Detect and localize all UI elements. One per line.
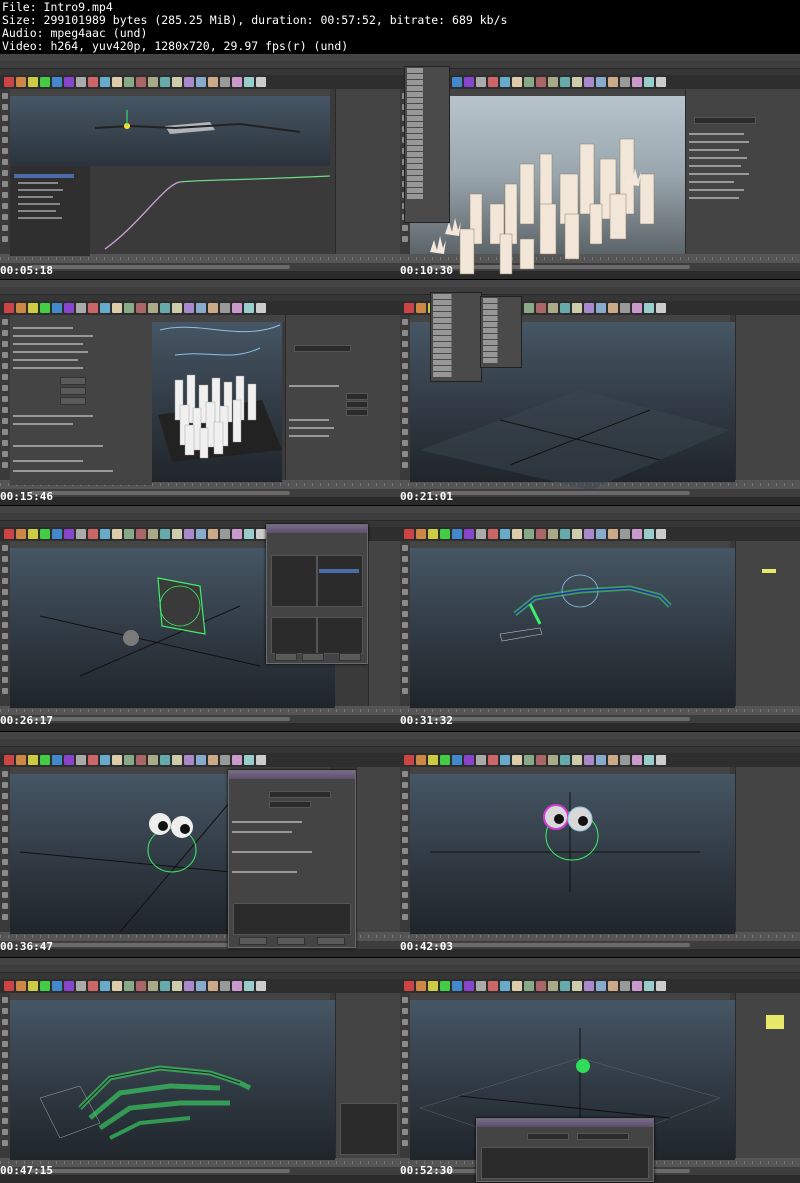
timestamp-10: 00:52:30 — [400, 1164, 453, 1177]
channel-box[interactable] — [368, 541, 400, 706]
timestamp-8: 00:42:03 — [400, 940, 453, 953]
channel-box[interactable] — [735, 541, 800, 706]
channel-box[interactable] — [735, 993, 800, 1158]
thumbnail-10[interactable] — [400, 958, 800, 1183]
connection-editor-dialog[interactable] — [266, 524, 368, 664]
thumbnail-5[interactable] — [0, 506, 400, 731]
channel-box[interactable] — [356, 767, 400, 932]
timestamp-7: 00:36:47 — [0, 940, 53, 953]
thumbnail-7[interactable] — [0, 732, 400, 957]
thumbnail-3[interactable] — [0, 280, 400, 505]
timestamp-6: 00:31:32 — [400, 714, 453, 727]
timestamp-3: 00:15:46 — [0, 490, 53, 503]
attribute-editor[interactable] — [285, 315, 400, 480]
sphere-options-dialog[interactable] — [228, 770, 356, 948]
video-info: Video: h264, yuv420p, 1280x720, 29.97 fp… — [2, 39, 349, 53]
timestamp-5: 00:26:17 — [0, 714, 53, 727]
channel-box[interactable] — [735, 315, 800, 480]
file-info-header: File: Intro9.mp4 Size: 299101989 bytes (… — [0, 0, 800, 54]
channel-box[interactable] — [335, 993, 400, 1158]
thumbnail-2[interactable] — [400, 54, 800, 279]
channel-box[interactable] — [735, 767, 800, 932]
thumbnail-4[interactable] — [400, 280, 800, 505]
timestamp-9: 00:47:15 — [0, 1164, 53, 1177]
timestamp-2: 00:10:30 — [400, 264, 453, 277]
channel-control-dialog[interactable] — [476, 1118, 654, 1182]
thumbnail-1[interactable] — [0, 54, 400, 279]
attribute-editor[interactable] — [685, 89, 800, 254]
thumbnail-9[interactable] — [0, 958, 400, 1183]
thumbnail-8[interactable] — [400, 732, 800, 957]
channel-box[interactable] — [335, 89, 400, 254]
outliner-menu[interactable] — [404, 66, 450, 223]
timestamp-1: 00:05:18 — [0, 264, 53, 277]
create-submenu[interactable] — [480, 296, 522, 368]
timestamp-4: 00:21:01 — [400, 490, 453, 503]
thumbnail-6[interactable] — [400, 506, 800, 731]
create-menu[interactable] — [430, 292, 482, 382]
